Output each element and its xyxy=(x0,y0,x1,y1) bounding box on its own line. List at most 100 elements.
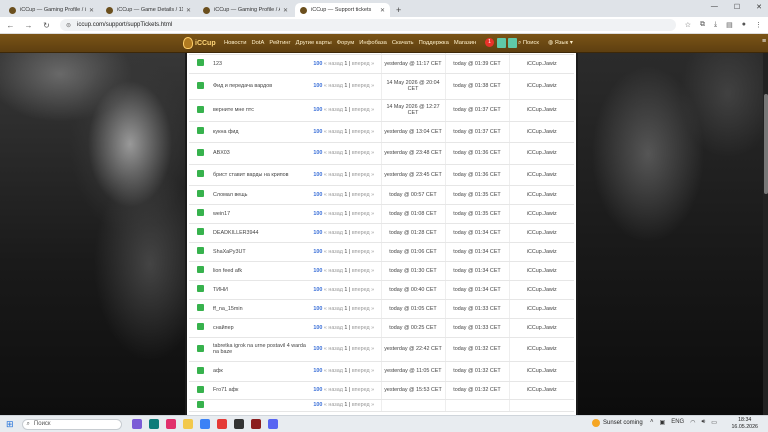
table-row[interactable]: снайпер 100 « назад 1 | вперед » today @ 0… xyxy=(189,318,574,338)
bookmark-star-icon[interactable]: ☆ xyxy=(685,21,691,29)
ticket-author[interactable]: iCCup.Jawiz xyxy=(508,73,574,100)
url-bar[interactable]: ⊜ iccup.com/support/suppTickets.html xyxy=(60,19,676,31)
pager-count[interactable]: 100 xyxy=(313,192,322,198)
table-row[interactable]: ABX03 100 « назад 1 | вперед » yesterday @… xyxy=(189,142,574,165)
game-app-icon[interactable] xyxy=(233,419,244,429)
profile-icon[interactable] xyxy=(497,38,506,48)
ticket-title[interactable]: Fro71 афк xyxy=(211,381,307,400)
menu-kebab-icon[interactable]: ⋮ xyxy=(755,21,762,29)
ticket-author[interactable]: iCCup.Jawiz xyxy=(508,204,574,224)
pager-page[interactable]: 1 xyxy=(344,150,347,156)
pager-page[interactable]: 1 xyxy=(344,107,347,113)
browser-tab[interactable]: iCCup — Gaming Profile / AFTA✕ xyxy=(198,3,293,17)
menu-item-shop[interactable]: Магазин xyxy=(454,40,476,46)
pager-back[interactable]: « назад xyxy=(324,249,343,255)
pager-back[interactable]: « назад xyxy=(324,172,343,178)
menu-item-infobase[interactable]: Инфобаза xyxy=(359,40,387,46)
pager-forward[interactable]: вперед » xyxy=(352,268,374,274)
pager-back[interactable]: « назад xyxy=(324,346,343,352)
site-logo[interactable]: iCCup xyxy=(183,37,216,49)
pager-forward[interactable]: вперед » xyxy=(352,61,374,67)
pager-page[interactable]: 1 xyxy=(344,287,347,293)
ticket-author[interactable]: iCCup.Jawiz xyxy=(508,142,574,165)
pager-back[interactable]: « назад xyxy=(324,107,343,113)
pager-page[interactable]: 1 xyxy=(344,387,347,393)
extensions-icon[interactable]: ⧉ xyxy=(700,21,705,29)
pager-back[interactable]: « назад xyxy=(324,83,343,89)
hamburger-menu-icon[interactable]: ≡ xyxy=(762,38,766,45)
forward-arrow-icon[interactable]: → xyxy=(24,21,33,30)
pager-forward[interactable]: вперед » xyxy=(352,368,374,374)
pager-back[interactable]: « назад xyxy=(324,230,343,236)
download-icon[interactable]: ⤓ xyxy=(714,21,717,29)
ticket-title[interactable]: ff_na_15min xyxy=(211,299,307,319)
pager-count[interactable]: 100 xyxy=(313,230,322,236)
tray-app-icon[interactable]: ▣ xyxy=(660,419,666,426)
table-row[interactable]: 123 100 « назад 1 | вперед » yesterday @ 1… xyxy=(189,54,574,74)
pager-back[interactable]: « назад xyxy=(324,306,343,312)
table-row[interactable]: ShaXaPy3UT 100 « назад 1 | вперед » today … xyxy=(189,242,574,262)
menu-item-other-maps[interactable]: Другие карты xyxy=(296,40,332,46)
windows-start-icon[interactable]: ⊞ xyxy=(6,419,14,430)
pager-page[interactable]: 1 xyxy=(344,368,347,374)
menu-item-support[interactable]: Поддержка xyxy=(419,40,449,46)
chrome-icon[interactable] xyxy=(199,419,210,429)
close-window-icon[interactable]: ✕ xyxy=(756,3,762,11)
ticket-author[interactable]: iCCup.Jawiz xyxy=(508,223,574,243)
pager-forward[interactable]: вперед » xyxy=(352,230,374,236)
pager-page[interactable]: 1 xyxy=(344,172,347,178)
pager-count[interactable]: 100 xyxy=(313,61,322,67)
table-row[interactable]: кукна фид 100 « назад 1 | вперед » yesterd… xyxy=(189,121,574,143)
pager-forward[interactable]: вперед » xyxy=(352,192,374,198)
ticket-author[interactable]: iCCup.Jawiz xyxy=(508,121,574,143)
ticket-title[interactable]: верните мне птс xyxy=(211,99,307,122)
pager-count[interactable]: 100 xyxy=(313,387,322,393)
table-row[interactable]: lion feed afk 100 « назад 1 | вперед » tod… xyxy=(189,261,574,281)
table-row[interactable]: верните мне птс 100 « назад 1 | вперед » 1… xyxy=(189,99,574,122)
table-row[interactable]: wein17 100 « назад 1 | вперед » today @ 01… xyxy=(189,204,574,224)
new-tab-button[interactable]: + xyxy=(396,5,401,15)
pager-forward[interactable]: вперед » xyxy=(352,172,374,178)
pager-back[interactable]: « назад xyxy=(324,287,343,293)
pager-forward[interactable]: вперед » xyxy=(352,287,374,293)
taskbar-clock[interactable]: 18:34 16.05.2026 xyxy=(731,417,758,431)
ticket-author[interactable]: iCCup.Jawiz xyxy=(508,242,574,262)
ticket-author[interactable]: iCCup.Jawiz xyxy=(508,361,574,382)
pager-forward[interactable]: вперед » xyxy=(352,107,374,113)
pager-page[interactable]: 1 xyxy=(344,306,347,312)
close-icon[interactable]: ✕ xyxy=(380,7,385,14)
ticket-title[interactable]: lion feed afk xyxy=(211,261,307,281)
pager-page[interactable]: 1 xyxy=(344,268,347,274)
pager-back[interactable]: « назад xyxy=(324,192,343,198)
notification-badge[interactable]: 1 xyxy=(485,38,494,47)
battery-icon[interactable]: ▭ xyxy=(711,419,717,426)
pager-back[interactable]: « назад xyxy=(324,368,343,374)
reload-icon[interactable]: ↻ xyxy=(42,21,51,30)
pager-back[interactable]: « назад xyxy=(324,61,343,67)
site-info-icon[interactable]: ⊜ xyxy=(66,22,71,29)
youtube-icon[interactable] xyxy=(216,419,227,429)
pager-forward[interactable]: вперед » xyxy=(352,129,374,135)
pager-count[interactable]: 100 xyxy=(313,368,322,374)
ticket-author[interactable]: iCCup.Jawiz xyxy=(508,185,574,205)
pager-page[interactable]: 1 xyxy=(344,249,347,255)
ticket-author[interactable] xyxy=(508,399,574,412)
volume-icon[interactable]: 🔊︎ xyxy=(701,419,705,426)
pager-page[interactable]: 1 xyxy=(344,129,347,135)
maximize-icon[interactable]: ☐ xyxy=(734,3,740,11)
ticket-author[interactable]: iCCup.Jawiz xyxy=(508,299,574,319)
sidebar-icon[interactable]: ▤ xyxy=(726,21,733,29)
pager-count[interactable]: 100 xyxy=(313,172,322,178)
ticket-title[interactable]: ShaXaPy3UT xyxy=(211,242,307,262)
copilot-icon[interactable] xyxy=(131,419,142,429)
browser-tab-active[interactable]: iCCup — Support tickets ✕ xyxy=(295,3,390,17)
table-row[interactable]: ТИНИ 100 « назад 1 | вперед » today @ 00:4… xyxy=(189,280,574,300)
game-launcher-icon[interactable] xyxy=(250,419,261,429)
ticket-title[interactable]: Фид и передача вардов xyxy=(211,73,307,100)
table-row[interactable]: DEADKILLER3944 100 « назад 1 | вперед » to… xyxy=(189,223,574,243)
pager-page[interactable]: 1 xyxy=(344,211,347,217)
pager-page[interactable]: 1 xyxy=(344,192,347,198)
pager-page[interactable]: 1 xyxy=(344,230,347,236)
pager-forward[interactable]: вперед » xyxy=(352,387,374,393)
pager-back[interactable]: « назад xyxy=(324,402,343,408)
